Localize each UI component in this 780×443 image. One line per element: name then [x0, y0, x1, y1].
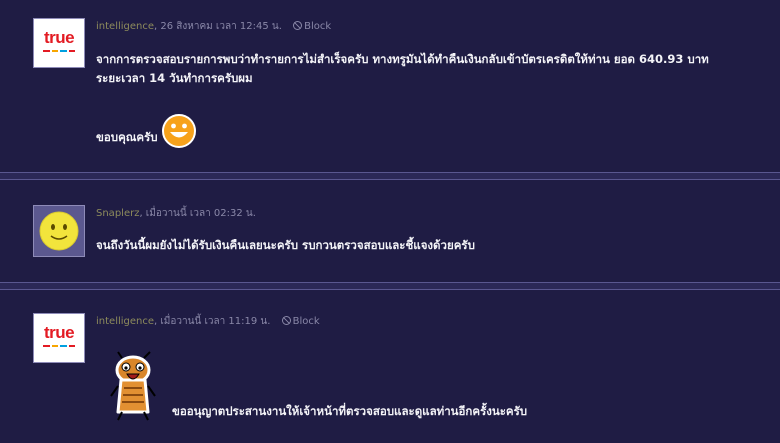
block-label: Block — [304, 21, 332, 32]
post-text-line: ขออนุญาตประสานงานให้เจ้าหน้าที่ตรวจสอบแล… — [172, 404, 528, 418]
true-logo-dots — [43, 50, 75, 53]
avatar-true-logo[interactable]: true — [33, 313, 85, 363]
block-label: Block — [292, 316, 320, 327]
post-text-line: จากการตรวจสอบรายการพบว่าทำรายการไม่สำเร็… — [96, 52, 709, 66]
post-date: , เมื่อวานนี้ เวลา 11:19 น. — [154, 316, 271, 327]
block-button[interactable]: Block — [293, 21, 331, 32]
post-meta: intelligence, เมื่อวานนี้ เวลา 11:19 น. … — [96, 314, 320, 329]
author-link[interactable]: intelligence — [96, 21, 154, 32]
block-icon — [293, 21, 303, 30]
post-date: , 26 สิงหาคม เวลา 12:45 น. — [154, 21, 282, 32]
cartoon-sticker-icon — [110, 351, 156, 421]
true-logo-text: true — [43, 323, 75, 342]
avatar-true-logo[interactable]: true — [33, 18, 85, 68]
smile-emoticon-icon — [162, 114, 196, 148]
author-link[interactable]: Snaplerz — [96, 208, 139, 219]
post-separator — [0, 282, 780, 290]
post-meta: intelligence, 26 สิงหาคม เวลา 12:45 น. B… — [96, 19, 331, 34]
block-icon — [281, 316, 291, 325]
post-text-line: ขอบคุณครับ — [96, 130, 158, 144]
post-meta: Snaplerz, เมื่อวานนี้ เวลา 02:32 น. — [96, 206, 256, 221]
smiley-avatar-icon — [39, 211, 79, 251]
post-text-line: ระยะเวลา 14 วันทำการครับผม — [96, 71, 253, 85]
post-1: true intelligence, 26 สิงหาคม เวลา 12:45… — [0, 0, 780, 172]
post-text-line: จนถึงวันนี้ผมยังไม่ได้รับเงินคืนเลยนะครั… — [96, 238, 475, 252]
post-3: true intelligence, เมื่อวานนี้ เวลา 11:1… — [0, 290, 780, 443]
post-separator — [0, 172, 780, 180]
post-date: , เมื่อวานนี้ เวลา 02:32 น. — [139, 208, 256, 219]
block-button[interactable]: Block — [281, 316, 320, 327]
avatar-smiley[interactable] — [33, 205, 85, 257]
post-2: Snaplerz, เมื่อวานนี้ เวลา 02:32 น. จนถึ… — [0, 180, 780, 282]
true-logo-dots — [43, 345, 75, 348]
true-logo-text: true — [43, 28, 75, 47]
author-link[interactable]: intelligence — [96, 316, 154, 327]
